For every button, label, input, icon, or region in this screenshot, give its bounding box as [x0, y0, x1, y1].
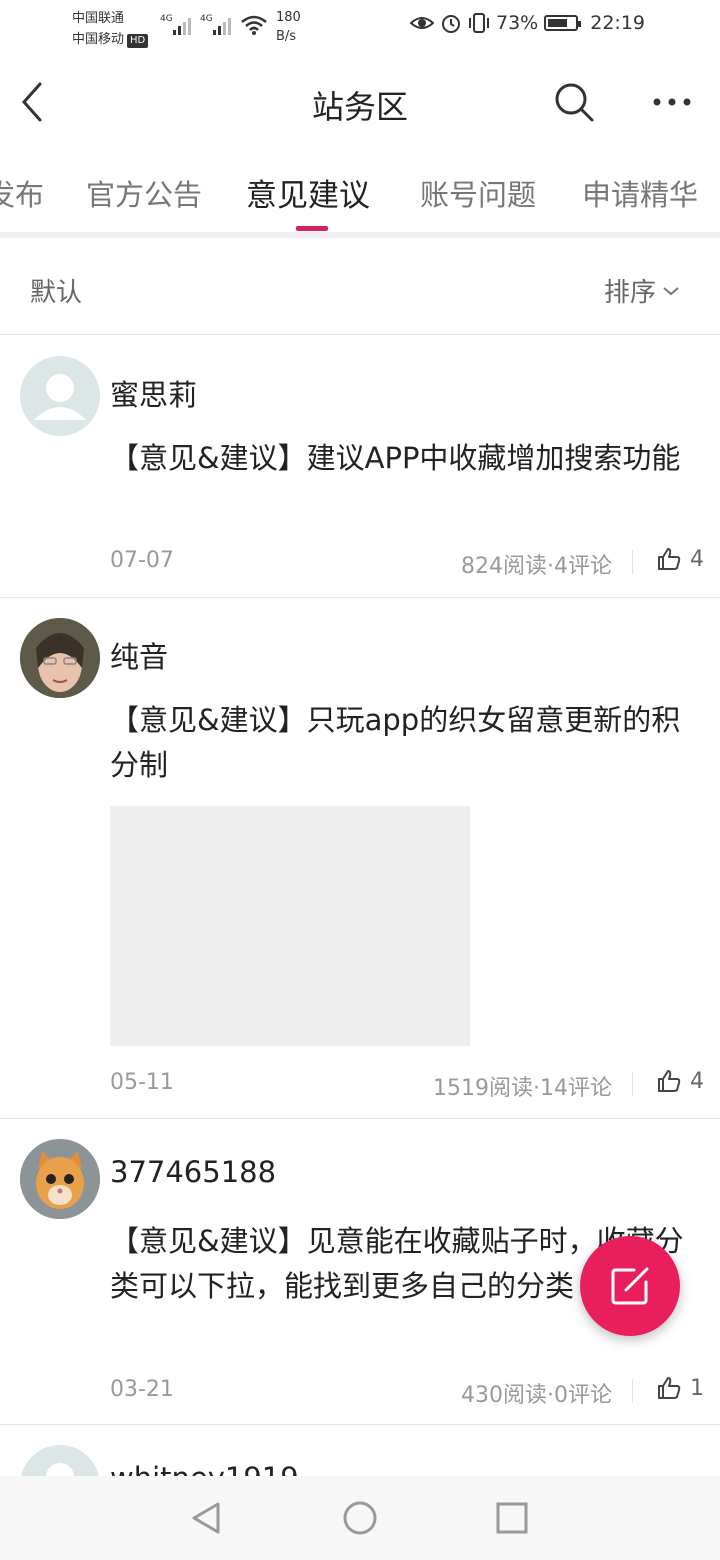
vibrate-icon: [469, 13, 489, 33]
stats-divider: [632, 1072, 633, 1096]
system-navigation-bar: [0, 1476, 720, 1560]
sort-dropdown[interactable]: 排序: [604, 272, 680, 309]
page-title: 站务区: [311, 88, 408, 126]
network-type-2: 4G: [200, 14, 213, 24]
tab-publish[interactable]: 发布: [0, 172, 44, 214]
carrier-1: 中国联通: [72, 11, 125, 26]
status-bar: 中国联通 中国移动 HD 4G 4G 180 B/s 73% 22:19: [0, 0, 720, 56]
speed-value: 180: [276, 10, 301, 25]
post-item[interactable]: 蜜思莉 【意见&建议】建议APP中收藏增加搜索功能 07-07 824阅读·4评…: [0, 336, 720, 598]
more-options-icon[interactable]: [648, 80, 696, 124]
like-button[interactable]: 4: [656, 546, 704, 572]
tab-apply-featured[interactable]: 申请精华: [582, 172, 698, 214]
eye-comfort-icon: [410, 17, 434, 29]
like-count: 4: [690, 546, 704, 572]
network-speed: 180 B/s: [276, 8, 301, 46]
speed-unit: B/s: [276, 29, 297, 44]
post-author[interactable]: 377465188: [110, 1155, 276, 1189]
chevron-down-icon: [663, 286, 679, 295]
hd-badge: HD: [127, 34, 149, 48]
post-image-placeholder[interactable]: [110, 806, 470, 1046]
like-count: 1: [690, 1375, 704, 1401]
post-date: 03-21: [110, 1377, 174, 1402]
alarm-icon: [442, 15, 460, 33]
post-title[interactable]: 【意见&建议】建议APP中收藏增加搜索功能: [110, 436, 700, 481]
battery-icon: [544, 15, 582, 31]
tab-account-issues[interactable]: 账号问题: [420, 172, 536, 214]
post-date: 05-11: [110, 1070, 174, 1095]
search-icon[interactable]: [552, 80, 596, 124]
cat-photo-avatar: [20, 1139, 100, 1219]
new-post-button[interactable]: [580, 1236, 680, 1336]
compose-icon: [611, 1267, 649, 1305]
sort-label: 排序: [604, 278, 657, 308]
post-author[interactable]: 纯音: [110, 634, 168, 676]
post-stats: 824阅读·4评论: [461, 554, 612, 579]
wifi-icon: [241, 15, 267, 35]
tab-official-announcement[interactable]: 官方公告: [86, 172, 202, 214]
thumbs-up-icon: [658, 1070, 681, 1092]
post-title[interactable]: 【意见&建议】只玩app的织女留意更新的积分制: [110, 698, 700, 788]
like-count: 4: [690, 1068, 704, 1094]
post-stats: 430阅读·0评论: [461, 1383, 612, 1408]
active-tab-indicator: [296, 226, 328, 231]
like-button[interactable]: 1: [656, 1375, 704, 1401]
default-avatar-icon: [34, 374, 86, 420]
carrier-2: 中国移动: [72, 32, 125, 47]
user-photo-avatar: [20, 618, 100, 698]
carrier-info: 中国联通 中国移动 HD: [72, 8, 149, 50]
category-tabs: 发布 官方公告 意见建议 账号问题 申请精华: [0, 152, 720, 232]
avatar[interactable]: [20, 618, 100, 698]
post-item[interactable]: 纯音 【意见&建议】只玩app的织女留意更新的积分制 05-11 1519阅读·…: [0, 598, 720, 1119]
post-author[interactable]: 蜜思莉: [110, 372, 197, 414]
signal-icon-2: [213, 18, 231, 35]
post-date: 07-07: [110, 548, 174, 573]
avatar[interactable]: [20, 356, 100, 436]
filter-bar: 默认 排序: [0, 238, 720, 335]
avatar[interactable]: [20, 1139, 100, 1219]
clock: 22:19: [590, 12, 645, 34]
top-navigation-bar: 站务区: [0, 56, 720, 152]
recents-square-icon[interactable]: [492, 1498, 532, 1538]
back-arrow-icon[interactable]: [18, 78, 58, 126]
tab-suggestions[interactable]: 意见建议: [246, 170, 370, 215]
like-button[interactable]: 4: [656, 1068, 704, 1094]
network-type-1: 4G: [160, 14, 173, 24]
battery-percent: 73%: [496, 12, 539, 34]
back-triangle-icon[interactable]: [186, 1498, 226, 1538]
default-filter[interactable]: 默认: [30, 272, 82, 309]
stats-divider: [632, 1379, 633, 1403]
home-circle-icon[interactable]: [340, 1498, 380, 1538]
thumbs-up-icon: [658, 1377, 681, 1399]
thumbs-up-icon: [658, 548, 681, 570]
post-stats: 1519阅读·14评论: [433, 1076, 612, 1101]
stats-divider: [632, 550, 633, 574]
signal-icon-1: [173, 18, 191, 35]
system-icons: 73% 22:19: [410, 12, 645, 34]
